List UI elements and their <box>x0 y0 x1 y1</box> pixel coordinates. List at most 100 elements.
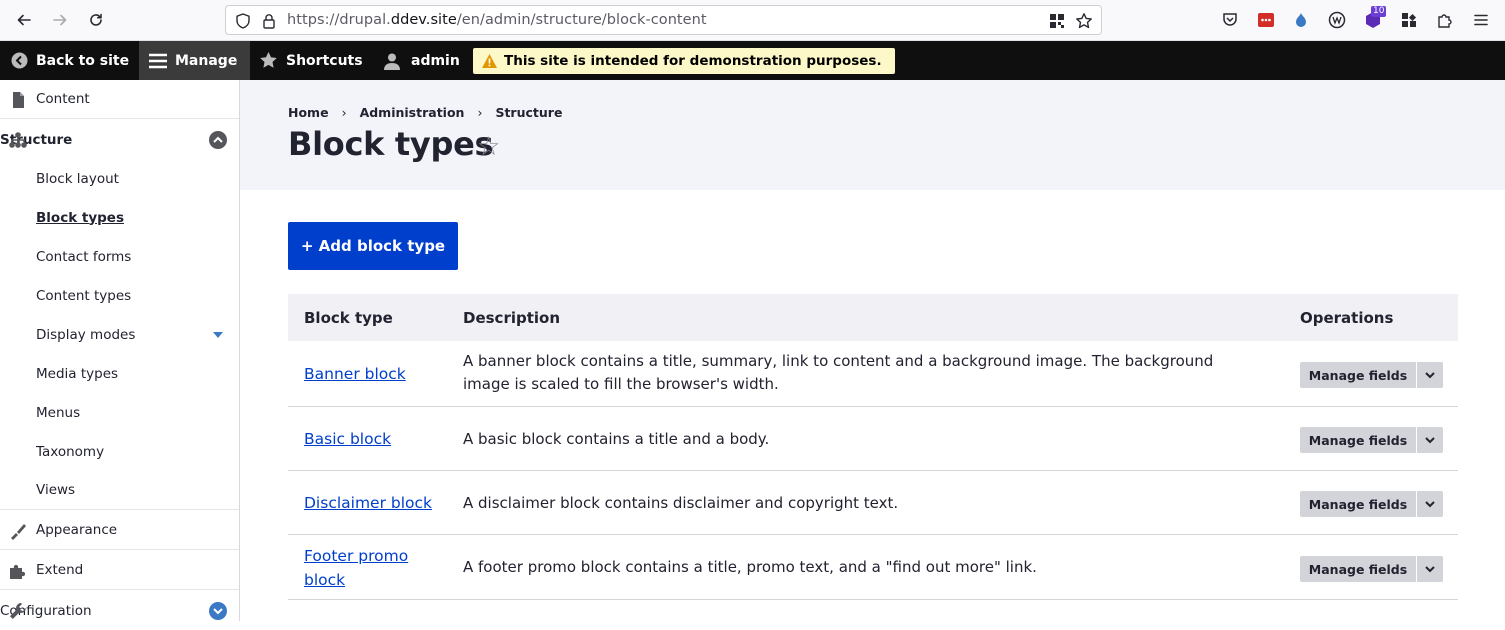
user-icon <box>384 53 400 70</box>
breadcrumb-home[interactable]: Home <box>288 105 329 120</box>
sidebar-item-menus[interactable]: Menus <box>0 393 239 432</box>
sidebar-item-block-layout[interactable]: Block layout <box>0 159 239 198</box>
column-header-operations: Operations <box>1300 309 1394 327</box>
star-icon <box>260 52 277 68</box>
table-row: Basic block A basic block contains a tit… <box>288 407 1458 471</box>
drupal-drop-icon[interactable] <box>1291 10 1311 30</box>
column-header-description: Description <box>463 309 561 327</box>
table-row: Disclaimer block A disclaimer block cont… <box>288 471 1458 535</box>
extension-badge-icon[interactable]: 10 <box>1363 6 1387 30</box>
sidebar-item-block-types[interactable]: Block types <box>0 198 239 237</box>
back-to-site-label: Back to site <box>36 52 130 69</box>
block-type-link[interactable]: Banner block <box>304 362 406 386</box>
hamburger-menu-icon[interactable] <box>1471 10 1491 30</box>
shield-icon[interactable] <box>234 12 252 30</box>
sidebar-item-extend[interactable]: Extend <box>0 551 239 590</box>
admin-sidebar: Content Structure Block layout Block typ… <box>0 80 240 621</box>
manage-fields-button[interactable]: Manage fields <box>1300 362 1416 388</box>
chevron-down-icon <box>1425 501 1435 508</box>
admin-toolbar: Back to site Manage Shortcuts admin This… <box>0 41 1505 80</box>
reload-icon[interactable] <box>85 9 107 31</box>
manage-fields-button[interactable]: Manage fields <box>1300 427 1416 453</box>
puzzle-icon <box>10 564 26 579</box>
add-shortcut-star-icon[interactable]: ☆ <box>477 132 500 162</box>
back-circle-icon <box>11 52 28 69</box>
sidebar-item-media-types[interactable]: Media types <box>0 354 239 393</box>
block-type-link[interactable]: Disclaimer block <box>304 491 432 515</box>
sidebar-item-views[interactable]: Views <box>0 471 239 510</box>
chevron-down-icon <box>1425 372 1435 379</box>
table-row: Footer promo block A footer promo block … <box>288 535 1458 600</box>
pocket-icon[interactable] <box>1220 10 1240 30</box>
demo-warning-text: This site is intended for demonstration … <box>504 53 882 69</box>
sidebar-item-taxonomy[interactable]: Taxonomy <box>0 432 239 471</box>
qr-code-icon[interactable] <box>1048 12 1066 30</box>
shortcuts-tab[interactable]: Shortcuts <box>250 41 370 80</box>
sidebar-item-configuration[interactable]: Configuration <box>0 591 239 630</box>
lock-icon[interactable] <box>260 12 278 30</box>
breadcrumb-separator: › <box>341 105 347 120</box>
operations-toggle[interactable] <box>1417 491 1443 517</box>
column-header-block-type: Block type <box>304 309 393 327</box>
block-type-link[interactable]: Footer promo block <box>304 544 434 592</box>
sidebar-item-structure[interactable]: Structure <box>0 120 239 159</box>
block-type-description: A basic block contains a title and a bod… <box>463 430 770 448</box>
paintbrush-icon <box>11 524 26 540</box>
operations-dropbutton: Manage fields <box>1300 362 1443 388</box>
collapse-chevron-icon[interactable] <box>209 131 227 149</box>
manage-fields-button[interactable]: Manage fields <box>1300 491 1416 517</box>
sidebar-item-display-modes[interactable]: Display modes <box>0 315 239 354</box>
manage-tab[interactable]: Manage <box>139 41 250 80</box>
address-bar[interactable]: https://drupal.ddev.site/en/admin/struct… <box>225 5 1102 35</box>
operations-dropbutton: Manage fields <box>1300 427 1443 453</box>
operations-toggle[interactable] <box>1417 362 1443 388</box>
breadcrumb: Home › Administration › Structure <box>288 105 562 120</box>
puzzle-extensions-icon[interactable] <box>1435 10 1455 30</box>
block-type-description: A disclaimer block contains disclaimer a… <box>463 494 899 512</box>
wappalyzer-icon[interactable] <box>1327 10 1347 30</box>
forward-arrow-icon[interactable] <box>49 9 71 31</box>
wrench-icon <box>10 603 26 619</box>
table-header: Block type Description Operations <box>288 294 1458 341</box>
document-icon <box>13 92 24 108</box>
menu-icon <box>149 53 167 68</box>
page-title: Block types <box>288 125 494 163</box>
breadcrumb-administration[interactable]: Administration <box>360 105 465 120</box>
bookmark-star-icon[interactable] <box>1075 12 1093 30</box>
hierarchy-icon <box>9 132 27 148</box>
manage-fields-button[interactable]: Manage fields <box>1300 556 1416 582</box>
demo-warning-banner: This site is intended for demonstration … <box>473 48 895 74</box>
manage-label: Manage <box>175 52 238 69</box>
operations-toggle[interactable] <box>1417 427 1443 453</box>
expand-chevron-icon[interactable] <box>209 602 227 620</box>
extension-badge-count: 10 <box>1371 6 1387 17</box>
sidebar-item-contact-forms[interactable]: Contact forms <box>0 237 239 276</box>
back-to-site-link[interactable]: Back to site <box>0 41 139 80</box>
shortcuts-label: Shortcuts <box>286 52 363 69</box>
sidebar-item-content-types[interactable]: Content types <box>0 276 239 315</box>
block-types-table: Block type Description Operations Banner… <box>288 294 1458 600</box>
add-block-type-button[interactable]: + Add block type <box>288 222 458 270</box>
browser-toolbar: https://drupal.ddev.site/en/admin/struct… <box>0 0 1505 41</box>
chevron-down-icon <box>1425 437 1435 444</box>
breadcrumb-separator: › <box>477 105 483 120</box>
url-text: https://drupal.ddev.site/en/admin/struct… <box>287 12 707 28</box>
user-tab[interactable]: admin <box>370 41 470 80</box>
lastpass-icon[interactable] <box>1256 10 1276 30</box>
table-row: Banner block A banner block contains a t… <box>288 341 1458 407</box>
extensions-grid-icon[interactable] <box>1399 10 1419 30</box>
block-type-description: A banner block contains a title, summary… <box>463 352 1214 393</box>
expand-triangle-icon[interactable] <box>209 326 227 344</box>
page-header: Home › Administration › Structure Block … <box>240 80 1505 190</box>
breadcrumb-structure[interactable]: Structure <box>495 105 562 120</box>
sidebar-item-appearance[interactable]: Appearance <box>0 511 239 550</box>
block-type-link[interactable]: Basic block <box>304 427 391 451</box>
warning-icon <box>482 54 497 68</box>
operations-toggle[interactable] <box>1417 556 1443 582</box>
chevron-down-icon <box>1425 566 1435 573</box>
operations-dropbutton: Manage fields <box>1300 556 1443 582</box>
operations-dropbutton: Manage fields <box>1300 491 1443 517</box>
user-label: admin <box>411 52 460 69</box>
sidebar-item-content[interactable]: Content <box>0 80 239 119</box>
back-arrow-icon[interactable] <box>13 9 35 31</box>
